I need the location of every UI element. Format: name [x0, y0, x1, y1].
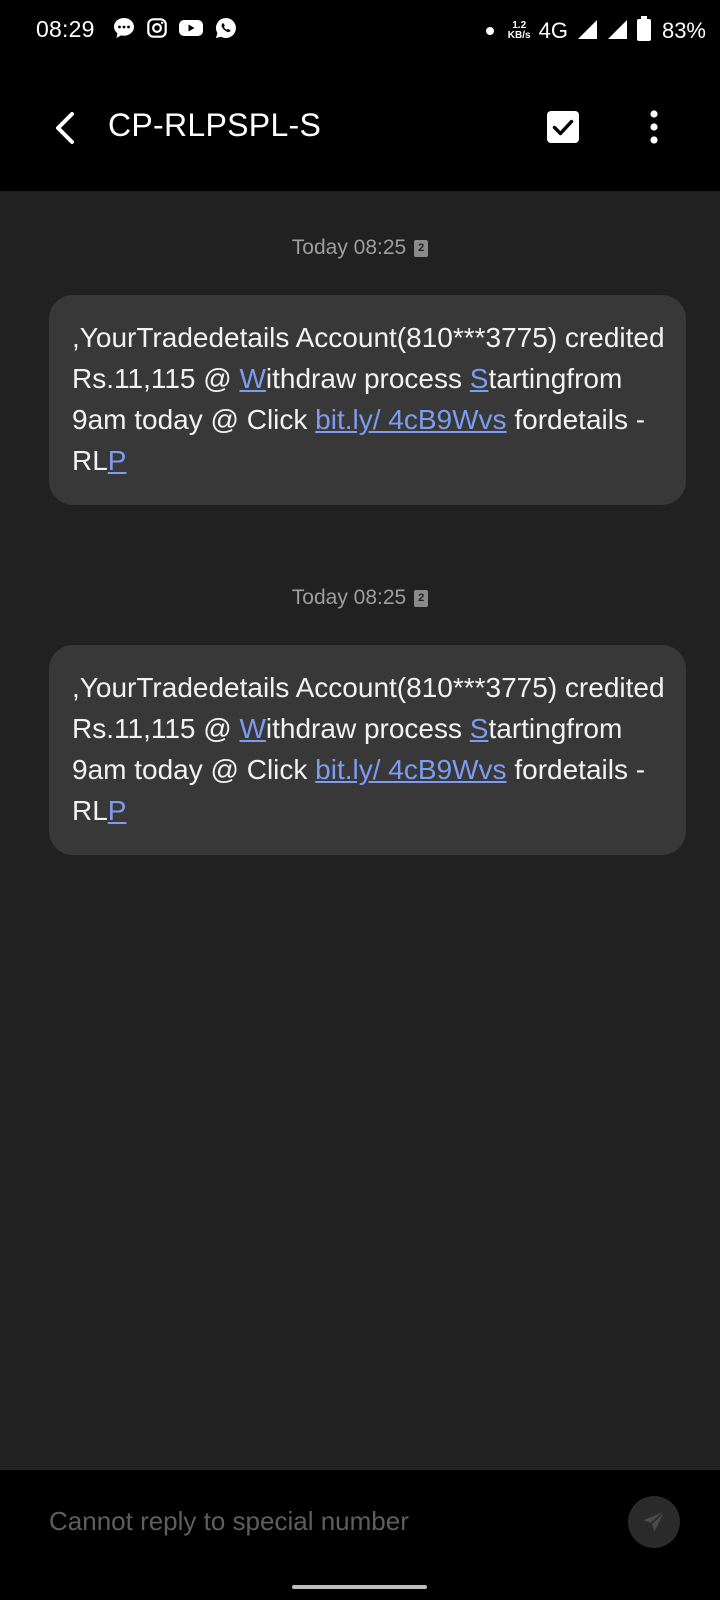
message-timestamp: Today 08:25 2 — [0, 586, 720, 610]
message-link-fragment[interactable]: P — [108, 795, 127, 826]
timestamp-text: Today 08:25 — [291, 586, 407, 609]
message-text: ithdraw process — [265, 363, 470, 394]
conversation-title: CP-RLPSPL-S — [108, 107, 322, 143]
notification-dot-icon — [485, 27, 494, 35]
chat-bubble-icon — [112, 16, 136, 40]
instagram-icon — [146, 17, 168, 39]
status-time: 08:29 — [36, 16, 95, 42]
reply-bar: Cannot reply to special number — [0, 1470, 720, 1600]
more-options-button[interactable] — [632, 102, 676, 152]
back-button[interactable] — [44, 104, 88, 152]
battery-icon — [636, 15, 652, 47]
message-text: ithdraw process — [265, 713, 470, 744]
status-bar: 08:29 1.2 KB/s 4G 83% — [0, 0, 720, 64]
message-bubble[interactable]: ,YourTradedetails Account(810***3775) cr… — [49, 645, 686, 855]
checkbox-check-icon — [547, 111, 579, 143]
reply-disabled-notice: Cannot reply to special number — [49, 1506, 409, 1536]
message-url-link[interactable]: bit.ly/ 4cB9Wvs — [315, 404, 506, 435]
net-speed-unit: KB/s — [507, 30, 531, 41]
sim-card-icon: 2 — [414, 239, 429, 257]
back-arrow-icon — [56, 112, 74, 144]
battery-percent: 83% — [661, 18, 706, 43]
signal-icon — [576, 18, 598, 45]
net-speed: 1.2 KB/s — [508, 21, 531, 41]
message-link-fragment[interactable]: P — [108, 445, 127, 476]
message-url-link[interactable]: bit.ly/ 4cB9Wvs — [315, 754, 506, 785]
whatsapp-icon — [214, 16, 238, 40]
timestamp-text: Today 08:25 — [291, 236, 407, 259]
message-bubble[interactable]: ,YourTradedetails Account(810***3775) cr… — [49, 295, 686, 505]
network-type: 4G — [538, 18, 568, 43]
messaging-screen: 08:29 1.2 KB/s 4G 83% CP-RLPSPL-S Today … — [0, 0, 720, 1600]
youtube-icon — [178, 17, 204, 39]
select-messages-button[interactable] — [540, 104, 586, 150]
message-link-fragment[interactable]: S — [470, 363, 489, 394]
send-icon — [643, 1510, 666, 1532]
more-vertical-icon — [650, 110, 658, 144]
send-button[interactable] — [628, 1496, 680, 1548]
signal-icon-2 — [606, 18, 628, 45]
sim-card-icon: 2 — [414, 589, 429, 607]
app-bar: CP-RLPSPL-S — [0, 64, 720, 191]
home-indicator[interactable] — [292, 1585, 427, 1589]
status-right: 1.2 KB/s 4G 83% — [485, 14, 706, 48]
message-link-fragment[interactable]: W — [239, 363, 265, 394]
message-link-fragment[interactable]: S — [470, 713, 489, 744]
notification-icons — [112, 16, 238, 40]
message-timestamp: Today 08:25 2 — [0, 236, 720, 260]
message-link-fragment[interactable]: W — [239, 713, 265, 744]
